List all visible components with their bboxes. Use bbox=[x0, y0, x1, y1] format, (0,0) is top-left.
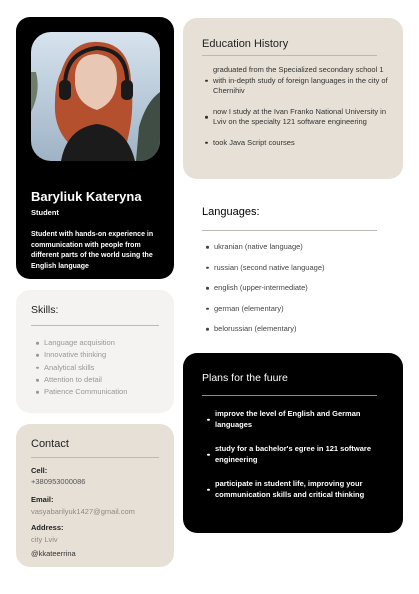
plan-item: study for a bachelor's egree in 121 soft… bbox=[207, 444, 387, 465]
profile-role: Student bbox=[31, 208, 59, 217]
profile-photo bbox=[31, 32, 160, 161]
languages-title: Languages: bbox=[202, 206, 260, 218]
contact-title: Contact bbox=[31, 438, 69, 450]
contact-divider bbox=[31, 457, 159, 458]
address-value: city Lviv bbox=[31, 535, 58, 544]
language-item: russian (second native language) bbox=[206, 263, 325, 273]
profile-bio: Student with hands-on experience in comm… bbox=[31, 231, 154, 270]
languages-list: ukranian (native language) russian (seco… bbox=[206, 242, 325, 345]
education-card: Education History graduated from the Spe… bbox=[183, 18, 403, 179]
skills-divider bbox=[31, 325, 159, 326]
profile-photo-image bbox=[31, 32, 160, 161]
plans-title: Plans for the fuure bbox=[202, 372, 288, 384]
email-value[interactable]: vasyabarilyuk1427@gmail.com bbox=[31, 507, 135, 516]
plans-divider bbox=[202, 395, 377, 396]
education-item: now I study at the Ivan Franko National … bbox=[205, 107, 390, 128]
plans-card: Plans for the fuure improve the level of… bbox=[183, 353, 403, 533]
skills-list: Language acquisition Innovative thinking… bbox=[36, 337, 127, 398]
contact-card: Contact Cell: +380953000086 Email: vasya… bbox=[16, 424, 174, 567]
plans-list: improve the level of English and German … bbox=[207, 409, 387, 514]
education-item: graduated from the Specialized secondary… bbox=[205, 65, 390, 97]
education-item: took Java Script courses bbox=[205, 138, 390, 149]
languages-divider bbox=[202, 230, 377, 231]
education-divider bbox=[202, 55, 377, 56]
social-handle[interactable]: @kkateerrina bbox=[31, 549, 76, 558]
education-title: Education History bbox=[202, 38, 289, 50]
skill-item: Patience Communication bbox=[36, 386, 127, 398]
plan-item: improve the level of English and German … bbox=[207, 409, 387, 430]
education-list: graduated from the Specialized secondary… bbox=[205, 65, 390, 158]
skill-item: Analytical skills bbox=[36, 362, 127, 374]
profile-name: Baryliuk Kateryna bbox=[31, 189, 142, 204]
cell-value[interactable]: +380953000086 bbox=[31, 477, 85, 486]
skill-item: Attention to detail bbox=[36, 374, 127, 386]
profile-card: Baryliuk Kateryna Student Student with h… bbox=[16, 17, 174, 279]
language-item: english (upper-intermediate) bbox=[206, 283, 325, 293]
cell-label: Cell: bbox=[31, 466, 48, 475]
language-item: german (elementary) bbox=[206, 304, 325, 314]
language-item: belorussian (elementary) bbox=[206, 324, 325, 334]
skills-title: Skills: bbox=[31, 304, 59, 316]
plan-item: participate in student life, improving y… bbox=[207, 479, 387, 500]
language-item: ukranian (native language) bbox=[206, 242, 325, 252]
email-label: Email: bbox=[31, 495, 54, 504]
address-label: Address: bbox=[31, 523, 64, 532]
skill-item: Innovative thinking bbox=[36, 349, 127, 361]
skill-item: Language acquisition bbox=[36, 337, 127, 349]
